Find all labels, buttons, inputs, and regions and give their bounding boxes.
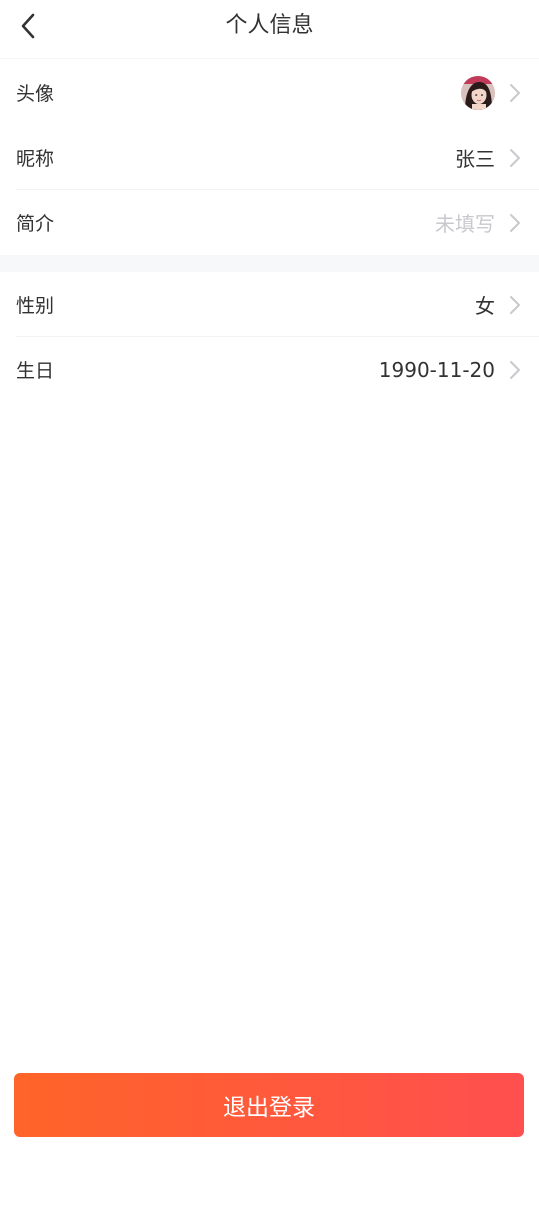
avatar[interactable] xyxy=(461,75,495,110)
profile-group: 头像 昵称 张三 简介 未填写 xyxy=(0,60,539,255)
chevron-right-icon xyxy=(507,295,523,315)
page-title: 个人信息 xyxy=(225,13,314,38)
nickname-cell[interactable]: 昵称 张三 xyxy=(0,125,539,190)
nickname-label: 昵称 xyxy=(16,148,55,170)
avatar-label: 头像 xyxy=(16,83,55,105)
chevron-right-icon xyxy=(507,148,523,168)
intro-cell[interactable]: 简介 未填写 xyxy=(0,190,539,255)
gender-cell[interactable]: 性别 女 xyxy=(0,272,539,337)
logout-button[interactable]: 退出登录 xyxy=(14,1073,524,1137)
birthday-cell[interactable]: 生日 1990-11-20 xyxy=(0,337,539,402)
birthday-label: 生日 xyxy=(16,360,55,382)
details-group: 性别 女 生日 1990-11-20 xyxy=(0,272,539,402)
chevron-right-icon xyxy=(507,360,523,380)
nickname-value: 张三 xyxy=(455,147,495,171)
intro-placeholder: 未填写 xyxy=(435,212,495,236)
section-divider xyxy=(0,255,539,272)
gender-label: 性别 xyxy=(16,295,55,317)
chevron-right-icon xyxy=(507,213,523,233)
gender-value: 女 xyxy=(475,294,495,318)
nav-bar: 个人信息 xyxy=(0,0,539,59)
avatar-container xyxy=(54,75,495,110)
chevron-right-icon xyxy=(507,83,523,103)
avatar-cell[interactable]: 头像 xyxy=(0,60,539,125)
intro-label: 简介 xyxy=(16,213,55,235)
birthday-value: 1990-11-20 xyxy=(378,357,495,382)
avatar-image xyxy=(461,75,495,110)
